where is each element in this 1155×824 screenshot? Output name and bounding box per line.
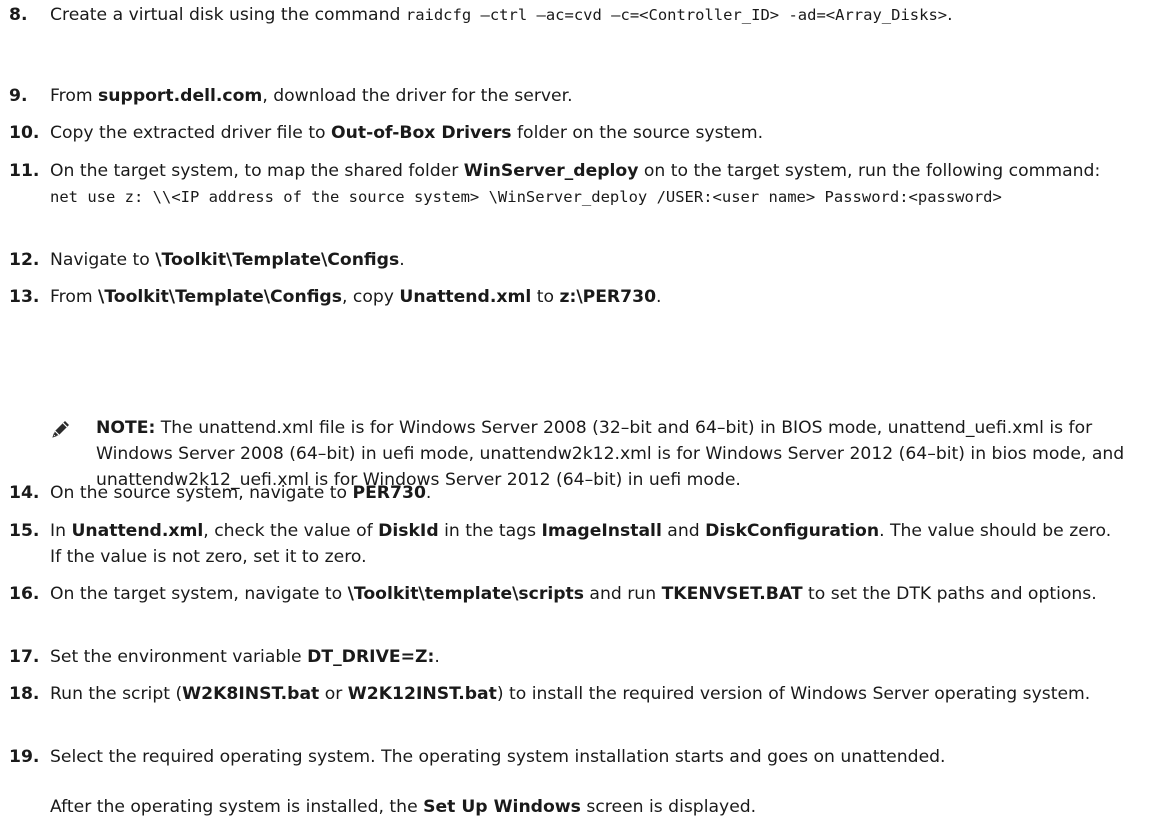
bold-term: \Toolkit\template\scripts	[347, 584, 584, 604]
step-body: Run the script (W2K8INST.bat or W2K12INS…	[50, 681, 1120, 707]
step-body: From support.dell.com, download the driv…	[50, 83, 1120, 109]
step-text: on to the target system, run the followi…	[638, 161, 1101, 181]
step-text: In	[50, 521, 72, 541]
step-text: On the target system, navigate to	[50, 584, 348, 604]
note-text: NOTE: The unattend.xml file is for Windo…	[96, 415, 1126, 493]
step-number: 13.	[9, 287, 40, 307]
step-number: 16.	[9, 584, 40, 604]
bold-term: Unattend.xml	[399, 287, 532, 307]
bold-term: W2K8INST.bat	[182, 684, 320, 704]
step-text: , check the value of	[203, 521, 379, 541]
step-text: After the operating system is installed,…	[50, 797, 424, 817]
step-text: Copy the extracted driver file to	[50, 123, 332, 143]
bold-term: TKENVSET.BAT	[661, 584, 803, 604]
step-number: 8.	[9, 5, 28, 25]
step-number: 14.	[9, 483, 40, 503]
bold-term: Set Up Windows	[423, 797, 581, 817]
step-body: On the target system, navigate to \Toolk…	[50, 581, 1120, 607]
step-body: Navigate to \Toolkit\Template\Configs.	[50, 247, 1120, 273]
step-text: Select the required operating system. Th…	[50, 747, 946, 767]
step-text: From	[50, 287, 99, 307]
step-number: 19.	[9, 747, 40, 767]
step-body: From \Toolkit\Template\Configs, copy Una…	[50, 284, 1120, 310]
step-body: Select the required operating system. Th…	[50, 744, 1120, 770]
step-body: Create a virtual disk using the command …	[50, 2, 1120, 28]
step-number: 11.	[9, 161, 40, 181]
step-text: ) to install the required version of Win…	[496, 684, 1091, 704]
bold-term: DiskConfiguration	[705, 521, 880, 541]
bold-term: ImageInstall	[541, 521, 662, 541]
step-number: 17.	[9, 647, 40, 667]
step-text: in the tags	[438, 521, 542, 541]
bold-term: DT_DRIVE=Z:	[307, 647, 435, 667]
step-text: Set the environment variable	[50, 647, 308, 667]
step-number: 18.	[9, 684, 40, 704]
bold-term: support.dell.com	[98, 86, 263, 106]
step-number: 9.	[9, 86, 28, 106]
step-text: or	[319, 684, 348, 704]
command-code: net use z: \\<IP address of the source s…	[50, 188, 1002, 206]
step-text: to set the DTK paths and options.	[802, 584, 1097, 604]
step-text: Run the script (	[50, 684, 183, 704]
step-text: , download the driver for the server.	[262, 86, 573, 106]
bold-term: \Toolkit\Template\Configs	[98, 287, 342, 307]
result-paragraph: After the operating system is installed,…	[50, 794, 1130, 820]
bold-term: z:\PER730	[559, 287, 657, 307]
step-number: 15.	[9, 521, 40, 541]
step-number: 10.	[9, 123, 40, 143]
bold-term: W2K12INST.bat	[347, 684, 497, 704]
step-text: .	[434, 647, 440, 667]
bold-term: Out-of-Box Drivers	[331, 123, 512, 143]
bold-term: \Toolkit\Template\Configs	[155, 250, 400, 270]
step-text: Create a virtual disk using the command	[50, 5, 406, 25]
step-body: Copy the extracted driver file to Out-of…	[50, 120, 1120, 146]
step-text: Navigate to	[50, 250, 156, 270]
step-body: Set the environment variable DT_DRIVE=Z:…	[50, 644, 1120, 670]
step-text: .	[947, 5, 953, 25]
note-body: The unattend.xml file is for Windows Ser…	[96, 418, 1125, 490]
step-text: , copy	[341, 287, 400, 307]
bold-term: Unattend.xml	[71, 521, 204, 541]
step-body: On the target system, to map the shared …	[50, 158, 1120, 210]
step-number: 12.	[9, 250, 40, 270]
bold-term: DiskId	[378, 521, 439, 541]
bold-term: WinServer_deploy	[463, 161, 639, 181]
step-text: screen is displayed.	[580, 797, 757, 817]
note-label: NOTE:	[96, 418, 156, 438]
step-text: .	[399, 250, 405, 270]
step-text: folder on the source system.	[511, 123, 764, 143]
step-text: On the target system, to map the shared …	[50, 161, 464, 181]
command-code: raidcfg –ctrl –ac=cvd –c=<Controller_ID>…	[405, 6, 948, 24]
pencil-icon	[52, 421, 69, 438]
step-text: and	[661, 521, 706, 541]
step-text: and run	[583, 584, 662, 604]
step-body: In Unattend.xml, check the value of Disk…	[50, 518, 1120, 570]
step-text: to	[531, 287, 560, 307]
step-text: .	[656, 287, 662, 307]
step-text: From	[50, 86, 99, 106]
